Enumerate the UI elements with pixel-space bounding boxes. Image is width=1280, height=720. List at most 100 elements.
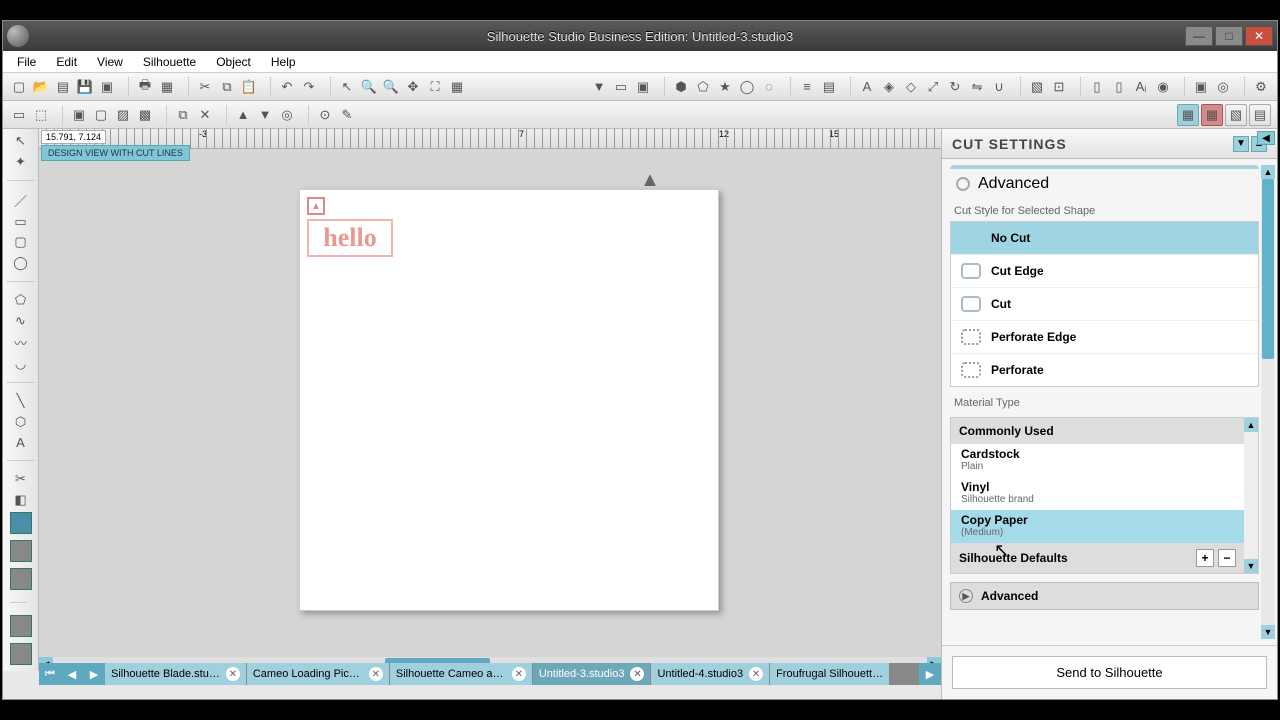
material-remove-button[interactable]: − [1218, 549, 1236, 567]
shape-star-icon[interactable]: ★ [715, 77, 735, 97]
store-panel-icon[interactable] [10, 512, 32, 534]
cut-style-cut[interactable]: Cut [951, 288, 1258, 321]
tab-close-icon[interactable]: ✕ [512, 667, 526, 681]
rect-tool-icon[interactable]: ▭ [11, 214, 31, 230]
arc-tool-icon[interactable]: ◡ [11, 356, 31, 372]
doc-tab[interactable]: Cameo Loading Pict…✕ [247, 663, 390, 685]
cut-icon[interactable]: ✂ [195, 77, 215, 97]
pointer-tool-icon[interactable]: ↖ [11, 133, 31, 149]
ruler-collapse-icon[interactable]: ◀ [1257, 131, 1275, 145]
redo-icon[interactable]: ↷ [299, 77, 319, 97]
layout-icon[interactable]: ▤ [1249, 104, 1271, 126]
panel-collapse-down-icon[interactable]: ▼ [1233, 136, 1249, 152]
shape-dashed-icon[interactable]: ◌ [759, 77, 779, 97]
radio-icon[interactable] [956, 177, 970, 191]
pan-icon[interactable]: ✥ [403, 77, 423, 97]
design-panel-icon[interactable] [10, 615, 32, 637]
menu-view[interactable]: View [87, 53, 133, 71]
shape-pent-icon[interactable]: ⬠ [693, 77, 713, 97]
pscroll-thumb[interactable] [1262, 179, 1274, 359]
design-page[interactable]: hello [299, 189, 719, 611]
media-view-icon[interactable]: ▦ [1201, 104, 1223, 126]
eraser-tool-icon[interactable]: ◧ [11, 492, 31, 508]
store2-panel-icon[interactable] [10, 643, 32, 665]
zoom-in-icon[interactable]: 🔍 [359, 77, 379, 97]
align-icon[interactable]: ◈ [879, 77, 899, 97]
material-group-commonly-used[interactable]: Commonly Used [951, 418, 1244, 444]
page-icon[interactable]: ▭ [611, 77, 631, 97]
menu-file[interactable]: File [7, 53, 46, 71]
group-icon[interactable]: ▣ [69, 105, 89, 125]
text-style-icon[interactable]: Aᵢ [1131, 77, 1151, 97]
pscroll-up-icon[interactable]: ▲ [1261, 165, 1275, 179]
freehand-tool-icon[interactable]: 〰 [11, 333, 31, 352]
trace-icon[interactable]: ▧ [1027, 77, 1047, 97]
pscroll-down-icon[interactable]: ▼ [1261, 625, 1275, 639]
curve-tool-icon[interactable]: ∿ [11, 312, 31, 328]
duplicate-icon[interactable]: ⧉ [173, 105, 193, 125]
fit-icon[interactable]: ⛶ [425, 77, 445, 97]
doc-tab[interactable]: Froufrugal Silhouett… [770, 663, 890, 685]
scale-icon[interactable]: ⤢ [923, 77, 943, 97]
preferences-icon[interactable]: ⚙ [1251, 77, 1271, 97]
menu-edit[interactable]: Edit [46, 53, 87, 71]
paste-icon[interactable]: 📋 [239, 77, 259, 97]
mat-scroll-down-icon[interactable]: ▼ [1244, 559, 1258, 573]
cloud-panel-icon[interactable] [10, 568, 32, 590]
pen-icon[interactable]: ✎ [337, 105, 357, 125]
layers-icon[interactable]: ▯ [1087, 77, 1107, 97]
maximize-button[interactable]: □ [1215, 26, 1243, 46]
pixscan-icon[interactable]: ▧ [1225, 104, 1247, 126]
ellipse-tool-icon[interactable]: ◯ [11, 255, 31, 271]
mirror-icon[interactable]: ⇋ [967, 77, 987, 97]
tab-nav-prev-icon[interactable]: ◀ [61, 663, 83, 685]
print-icon[interactable]: 🖶 [135, 77, 155, 97]
cut-style-cut-edge[interactable]: Cut Edge [951, 255, 1258, 288]
front-icon[interactable]: ▲ [233, 105, 253, 125]
menu-object[interactable]: Object [206, 53, 261, 71]
cut-settings-icon[interactable]: ▣ [1191, 77, 1211, 97]
tab-close-icon[interactable]: ✕ [749, 667, 763, 681]
material-group-defaults[interactable]: Silhouette Defaults + − [951, 543, 1244, 573]
material-cardstock[interactable]: Cardstock Plain [951, 444, 1244, 477]
design-view-icon[interactable]: ▦ [1177, 104, 1199, 126]
material-copy-paper[interactable]: Copy Paper (Medium) [951, 510, 1244, 543]
tab-close-icon[interactable]: ✕ [226, 667, 240, 681]
polygon-tool-icon[interactable]: ⬠ [11, 292, 31, 308]
draw-tool-icon[interactable]: ╲ [11, 393, 31, 409]
ungroup-icon[interactable]: ▢ [91, 105, 111, 125]
send-to-silhouette-button[interactable]: Send to Silhouette [952, 656, 1267, 689]
zoom-out-icon[interactable]: 🔍 [381, 77, 401, 97]
cut-style-perforate[interactable]: Perforate [951, 354, 1258, 386]
tab-close-icon[interactable]: ✕ [369, 667, 383, 681]
fill-icon[interactable]: ▤ [819, 77, 839, 97]
library-icon[interactable]: ▤ [53, 77, 73, 97]
distribute-icon[interactable]: ◇ [901, 77, 921, 97]
line-tool-icon[interactable]: ／ [11, 191, 31, 210]
rhinestone-icon[interactable]: ◉ [1153, 77, 1173, 97]
grid-icon[interactable]: ▦ [447, 77, 467, 97]
mat-scroll-up-icon[interactable]: ▲ [1244, 418, 1258, 432]
magnet-icon[interactable]: ⊙ [315, 105, 335, 125]
tab-nav-last-icon[interactable]: ▶ [919, 663, 941, 685]
tab-nav-next-icon[interactable]: ▶ [83, 663, 105, 685]
copy-icon[interactable]: ⧉ [217, 77, 237, 97]
material-vinyl[interactable]: Vinyl Silhouette brand [951, 477, 1244, 510]
shape-hex-icon[interactable]: ⬢ [671, 77, 691, 97]
menu-help[interactable]: Help [261, 53, 306, 71]
line-style-icon[interactable]: ≡ [797, 77, 817, 97]
offset-icon[interactable]: ⊡ [1049, 77, 1069, 97]
advanced-radio-row[interactable]: Advanced [950, 171, 1259, 203]
text-tool-icon[interactable]: A [11, 434, 31, 450]
text-icon[interactable]: A [857, 77, 877, 97]
text-object-hello[interactable]: hello [307, 219, 393, 257]
doc-tab[interactable]: Silhouette Blade.stu…✕ [105, 663, 247, 685]
doc-tab[interactable]: Silhouette Cameo an…✕ [390, 663, 533, 685]
save-icon[interactable]: 💾 [75, 77, 95, 97]
select-icon[interactable]: ↖ [337, 77, 357, 97]
nest-icon[interactable]: ◎ [1213, 77, 1233, 97]
undo-icon[interactable]: ↶ [277, 77, 297, 97]
rounded-rect-icon[interactable]: ▢ [11, 234, 31, 250]
select-all-icon[interactable]: ▭ [9, 105, 29, 125]
design-view-label[interactable]: DESIGN VIEW WITH CUT LINES [41, 145, 190, 161]
